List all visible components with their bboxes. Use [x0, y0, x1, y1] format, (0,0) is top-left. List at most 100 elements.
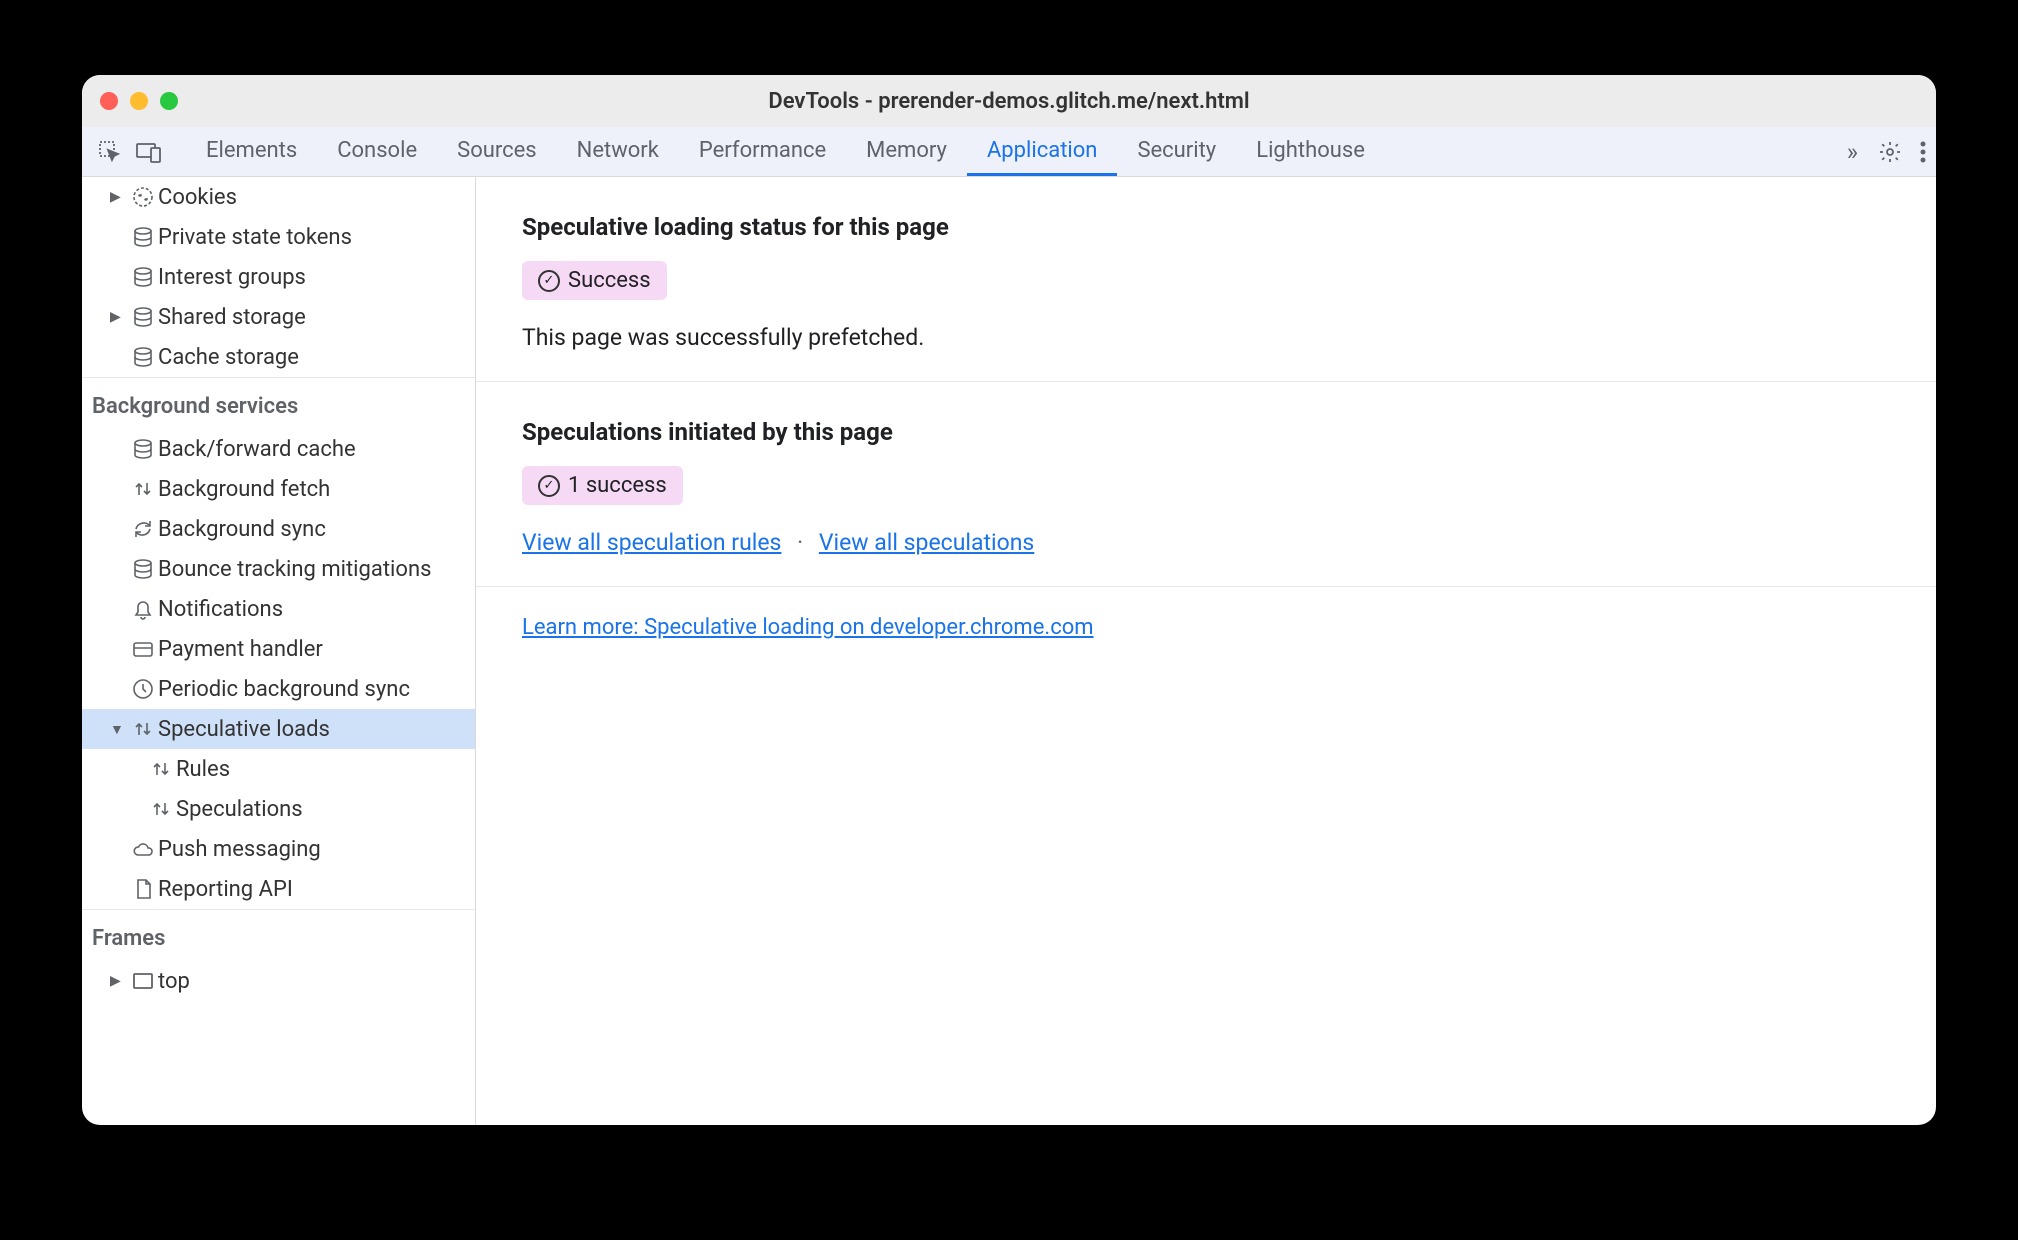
tree-item-label: Notifications: [158, 597, 475, 622]
status-description: This page was successfully prefetched.: [522, 324, 1890, 351]
close-window-button[interactable]: [100, 92, 118, 110]
devtools-window: DevTools - prerender-demos.glitch.me/nex…: [82, 75, 1936, 1125]
tree-item-label: Speculations: [176, 797, 475, 822]
check-circle-icon: ✓: [538, 270, 560, 292]
tab-security[interactable]: Security: [1117, 127, 1236, 176]
doc-icon: [128, 878, 158, 900]
sidebar-item-back-forward-cache[interactable]: Back/forward cache: [82, 429, 475, 469]
tree-item-label: Speculative loads: [158, 717, 475, 742]
tree-item-label: Bounce tracking mitigations: [158, 557, 475, 582]
tree-item-label: Payment handler: [158, 637, 475, 662]
sidebar-item-top[interactable]: ▶ top: [82, 961, 475, 1001]
db-icon: [128, 226, 158, 248]
tree-item-label: Interest groups: [158, 265, 475, 290]
tree-item-label: Periodic background sync: [158, 677, 475, 702]
sidebar-item-reporting-api[interactable]: Reporting API: [82, 869, 475, 909]
cloud-icon: [128, 838, 158, 860]
sidebar-item-private-state-tokens[interactable]: Private state tokens: [82, 217, 475, 257]
speculations-initiated-section: Speculations initiated by this page ✓ 1 …: [476, 382, 1936, 587]
tree-item-label: top: [158, 969, 475, 994]
db-icon: [128, 346, 158, 368]
tree-item-label: Private state tokens: [158, 225, 475, 250]
sidebar-item-interest-groups[interactable]: Interest groups: [82, 257, 475, 297]
link-separator: ·: [797, 529, 803, 556]
clock-icon: [128, 678, 158, 700]
panel-tabs: ElementsConsoleSourcesNetworkPerformance…: [186, 127, 1837, 176]
view-rules-link[interactable]: View all speculation rules: [522, 529, 781, 556]
db-icon: [128, 266, 158, 288]
speculative-status-section: Speculative loading status for this page…: [476, 177, 1936, 382]
tree-item-label: Cache storage: [158, 345, 475, 370]
tree-arrow-icon: ▼: [110, 721, 128, 738]
db-icon: [128, 558, 158, 580]
status-badge-label: Success: [568, 268, 651, 293]
db-icon: [128, 306, 158, 328]
tree-item-label: Shared storage: [158, 305, 475, 330]
tree-arrow-icon: ▶: [110, 973, 128, 989]
speculative-status-heading: Speculative loading status for this page: [522, 213, 1890, 241]
bell-icon: [128, 598, 158, 620]
status-badge: ✓ Success: [522, 261, 667, 300]
sidebar-item-background-fetch[interactable]: Background fetch: [82, 469, 475, 509]
sync-icon: [128, 518, 158, 540]
sidebar-item-shared-storage[interactable]: ▶ Shared storage: [82, 297, 475, 337]
inspect-element-icon[interactable]: [98, 140, 122, 164]
frame-icon: [128, 972, 158, 990]
learn-more-link[interactable]: Learn more: Speculative loading on devel…: [522, 615, 1094, 640]
tab-network[interactable]: Network: [557, 127, 679, 176]
view-speculations-link[interactable]: View all speculations: [819, 529, 1034, 556]
speculations-heading: Speculations initiated by this page: [522, 418, 1890, 446]
tree-item-label: Rules: [176, 757, 475, 782]
sidebar-section-frames: Frames: [82, 909, 475, 961]
tree-item-label: Background sync: [158, 517, 475, 542]
toolbar: ElementsConsoleSourcesNetworkPerformance…: [82, 127, 1936, 177]
sidebar-item-notifications[interactable]: Notifications: [82, 589, 475, 629]
sidebar-item-push-messaging[interactable]: Push messaging: [82, 829, 475, 869]
cookie-icon: [128, 186, 158, 208]
tree-arrow-icon: ▶: [110, 309, 128, 325]
more-tabs-icon[interactable]: »: [1837, 127, 1868, 176]
tab-memory[interactable]: Memory: [846, 127, 967, 176]
sidebar-section-background-services: Background services: [82, 377, 475, 429]
tree-item-label: Background fetch: [158, 477, 475, 502]
minimize-window-button[interactable]: [130, 92, 148, 110]
more-options-icon[interactable]: [1920, 141, 1926, 163]
speculations-badge-label: 1 success: [568, 473, 667, 498]
tab-sources[interactable]: Sources: [437, 127, 557, 176]
tree-item-label: Push messaging: [158, 837, 475, 862]
maximize-window-button[interactable]: [160, 92, 178, 110]
titlebar: DevTools - prerender-demos.glitch.me/nex…: [82, 75, 1936, 127]
card-icon: [128, 638, 158, 660]
sidebar-item-speculations[interactable]: Speculations: [82, 789, 475, 829]
sidebar-item-cookies[interactable]: ▶ Cookies: [82, 177, 475, 217]
updown-icon: [146, 798, 176, 820]
updown-icon: [128, 718, 158, 740]
tree-item-label: Back/forward cache: [158, 437, 475, 462]
sidebar-item-speculative-loads[interactable]: ▼ Speculative loads: [82, 709, 475, 749]
sidebar-item-background-sync[interactable]: Background sync: [82, 509, 475, 549]
tree-arrow-icon: ▶: [110, 189, 128, 205]
tree-item-label: Reporting API: [158, 877, 475, 902]
tab-application[interactable]: Application: [967, 127, 1117, 176]
db-icon: [128, 438, 158, 460]
device-toggle-icon[interactable]: [136, 141, 162, 163]
tab-lighthouse[interactable]: Lighthouse: [1236, 127, 1385, 176]
updown-icon: [146, 758, 176, 780]
traffic-lights: [100, 92, 178, 110]
sidebar-item-cache-storage[interactable]: Cache storage: [82, 337, 475, 377]
check-circle-icon: ✓: [538, 475, 560, 497]
updown-icon: [128, 478, 158, 500]
main-panel: Speculative loading status for this page…: [476, 177, 1936, 1125]
tab-elements[interactable]: Elements: [186, 127, 317, 176]
window-title: DevTools - prerender-demos.glitch.me/nex…: [768, 89, 1249, 114]
sidebar-item-bounce-tracking-mitigations[interactable]: Bounce tracking mitigations: [82, 549, 475, 589]
tab-console[interactable]: Console: [317, 127, 437, 176]
speculations-badge: ✓ 1 success: [522, 466, 683, 505]
sidebar-item-rules[interactable]: Rules: [82, 749, 475, 789]
sidebar: ▶ Cookies Private state tokens Interest gro…: [82, 177, 476, 1125]
tab-performance[interactable]: Performance: [679, 127, 846, 176]
tree-item-label: Cookies: [158, 185, 475, 210]
sidebar-item-payment-handler[interactable]: Payment handler: [82, 629, 475, 669]
settings-icon[interactable]: [1878, 140, 1902, 164]
sidebar-item-periodic-background-sync[interactable]: Periodic background sync: [82, 669, 475, 709]
